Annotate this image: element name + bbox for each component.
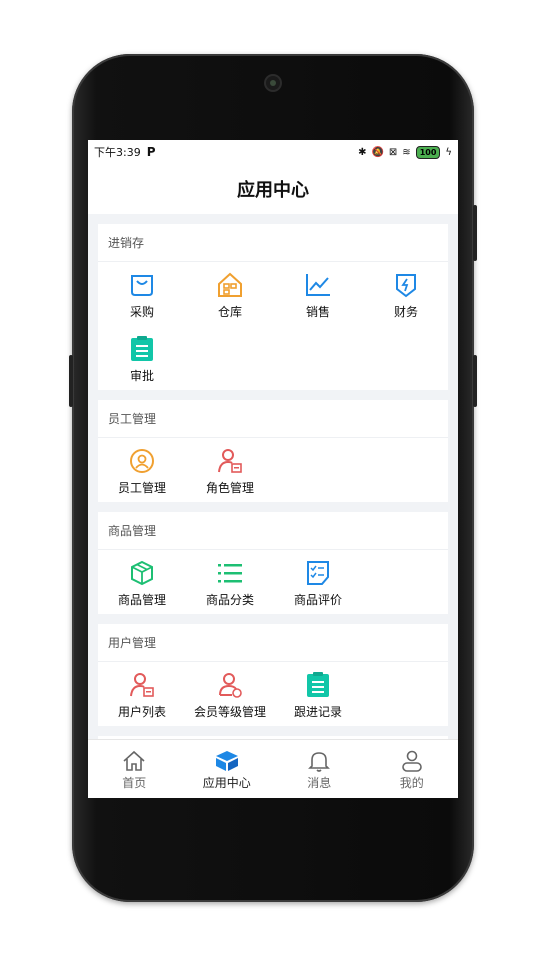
app-member-level[interactable]: 会员等级管理 <box>186 662 274 726</box>
app-category[interactable]: 商品分类 <box>186 550 274 614</box>
category-list-icon <box>218 564 242 583</box>
app-followup[interactable]: 跟进记录 <box>274 662 362 726</box>
shopping-bag-icon <box>131 275 153 296</box>
app-staff[interactable]: 员工管理 <box>98 438 186 502</box>
member-level-icon <box>219 673 242 698</box>
warehouse-icon <box>218 272 242 297</box>
home-icon <box>123 750 145 771</box>
tab-label: 我的 <box>399 776 424 790</box>
app-label: 用户列表 <box>117 705 166 719</box>
section-staff: 员工管理 员工管理 角色管理 <box>98 400 448 502</box>
side-button <box>473 355 477 407</box>
app-label: 商品评价 <box>293 593 342 607</box>
app-sales[interactable]: 销售 <box>274 262 362 326</box>
finance-icon <box>396 274 416 298</box>
app-user-list[interactable]: 用户列表 <box>98 662 186 726</box>
app-label: 商品管理 <box>117 593 166 607</box>
app-warehouse[interactable]: 仓库 <box>186 262 274 326</box>
status-bar: 下午3:39 P ✱ 🔕 ⊠ ≋ 100 ϟ <box>88 140 458 164</box>
page-title-bar: 应用中心 <box>88 164 458 214</box>
section-users: 用户管理 用户列表 会员等级管理 跟进记录 <box>98 624 448 726</box>
tab-messages[interactable]: 消息 <box>273 740 366 798</box>
status-time: 下午3:39 <box>94 146 141 159</box>
charging-icon: ϟ <box>445 146 452 158</box>
sales-chart-icon <box>306 274 330 296</box>
app-label: 会员等级管理 <box>193 705 266 719</box>
app-label: 采购 <box>129 305 154 319</box>
section-inventory: 进销存 采购 仓库 销售 财务 审批 <box>98 224 448 390</box>
mute-icon: 🔕 <box>371 146 384 158</box>
power-button <box>473 205 477 261</box>
app-approval[interactable]: 审批 <box>98 326 186 390</box>
parking-icon: P <box>146 145 156 159</box>
bell-icon <box>308 752 331 772</box>
bluetooth-icon: ✱ <box>358 146 367 158</box>
tab-app-center[interactable]: 应用中心 <box>181 740 274 798</box>
review-doc-icon <box>307 561 329 585</box>
approval-clipboard-icon <box>131 336 153 361</box>
staff-icon <box>130 449 154 473</box>
app-product-manage[interactable]: 商品管理 <box>98 550 186 614</box>
section-products: 商品管理 商品管理 商品分类 商品评价 <box>98 512 448 614</box>
app-label: 审批 <box>129 369 154 383</box>
tab-label: 应用中心 <box>202 776 251 790</box>
profile-icon <box>401 750 422 772</box>
page-title: 应用中心 <box>237 180 309 201</box>
app-label: 员工管理 <box>117 481 166 495</box>
user-list-icon <box>130 673 154 697</box>
app-purchase[interactable]: 采购 <box>98 262 186 326</box>
app-label: 财务 <box>393 305 418 319</box>
app-label: 销售 <box>305 305 330 319</box>
app-label: 跟进记录 <box>293 705 342 719</box>
tab-mine[interactable]: 我的 <box>366 740 459 798</box>
app-center-icon <box>215 751 238 771</box>
sim-icon: ⊠ <box>388 146 398 158</box>
app-review[interactable]: 商品评价 <box>274 550 362 614</box>
app-label: 角色管理 <box>205 481 254 495</box>
app-screen: 下午3:39 P ✱ 🔕 ⊠ ≋ 100 ϟ 应用中心 进销存 采购 仓库 销售… <box>88 140 458 798</box>
tab-label: 消息 <box>307 776 332 790</box>
battery-icon: 100 <box>415 145 441 159</box>
bottom-tab-bar: 首页 应用中心 消息 我的 <box>88 739 458 798</box>
wifi-icon: ≋ <box>402 146 411 158</box>
tab-label: 首页 <box>122 776 147 790</box>
tab-home[interactable]: 首页 <box>88 740 181 798</box>
app-role[interactable]: 角色管理 <box>186 438 274 502</box>
section-title: 用户管理 <box>98 624 448 662</box>
section-title: 进销存 <box>98 224 448 262</box>
front-camera <box>266 76 280 90</box>
app-list: 进销存 采购 仓库 销售 财务 审批 员工管理 员工管理 角色管理 商品管理 商… <box>88 214 458 739</box>
followup-clipboard-icon <box>307 672 329 697</box>
app-label: 仓库 <box>217 305 242 319</box>
product-box-icon <box>131 560 153 586</box>
app-label: 商品分类 <box>205 593 254 607</box>
app-finance[interactable]: 财务 <box>362 262 450 326</box>
section-title: 商品管理 <box>98 512 448 550</box>
volume-button <box>69 355 73 407</box>
role-icon <box>218 449 242 473</box>
section-title: 员工管理 <box>98 400 448 438</box>
